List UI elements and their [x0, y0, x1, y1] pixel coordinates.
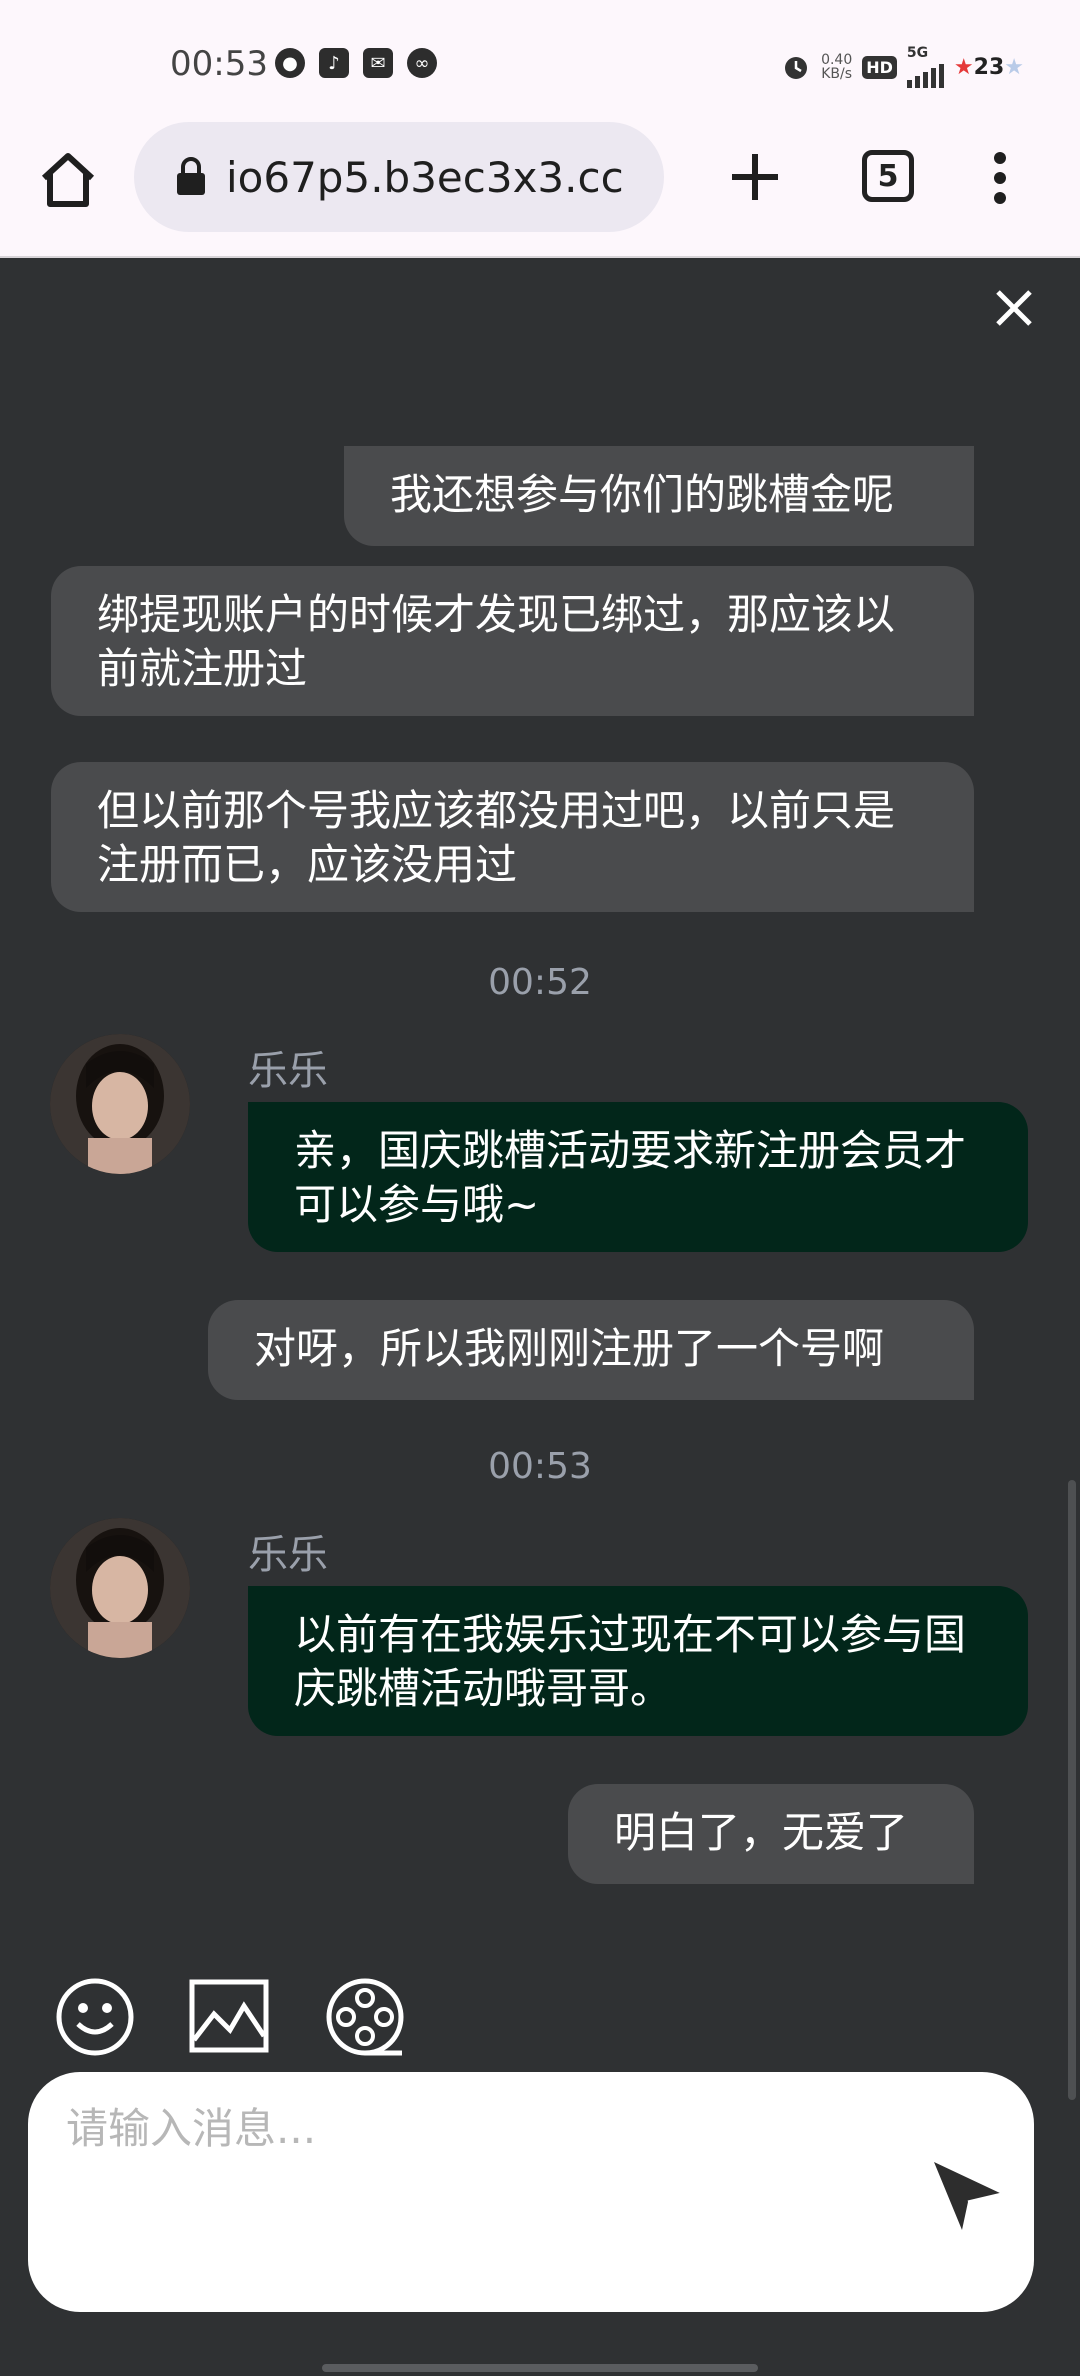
url-text: io67p5.b3ec3x3.cc [226, 152, 624, 202]
battery-level: 23 [973, 54, 1005, 80]
battery-indicator: ★23★ [954, 55, 1024, 80]
message-input[interactable] [66, 2098, 866, 2158]
emoji-icon[interactable] [54, 1976, 136, 2058]
lock-icon [177, 157, 205, 195]
user-message: 明白了，无爱了 [568, 1784, 974, 1884]
user-message: 但以前那个号我应该都没用过吧，以前只是注册而已，应该没用过 [51, 762, 974, 912]
user-message: 对呀，所以我刚刚注册了一个号啊 [208, 1300, 974, 1400]
message-text: 但以前那个号我应该都没用过吧，以前只是注册而已，应该没用过 [97, 786, 896, 889]
app-notification-icon: ∞ [407, 48, 437, 78]
status-time: 00:53 [170, 44, 268, 84]
address-bar[interactable]: io67p5.b3ec3x3.cc [134, 122, 664, 232]
net-speed-unit: KB/s [821, 66, 853, 82]
message-timestamp: 00:53 [488, 1446, 592, 1487]
tab-switcher-button[interactable]: 5 [862, 150, 914, 202]
battery-star-icon: ★ [953, 54, 974, 80]
home-icon[interactable] [36, 148, 100, 212]
net-speed: 0.40 KB/s [821, 53, 852, 81]
message-text: 明白了，无爱了 [614, 1808, 909, 1857]
user-message: 我还想参与你们的跳槽金呢 [344, 446, 974, 546]
message-text: 我还想参与你们的跳槽金呢 [390, 470, 895, 519]
agent-message: 以前有在我娱乐过现在不可以参与国庆跳槽活动哦哥哥。 [248, 1586, 1028, 1736]
user-message: 绑提现账户的时候才发现已绑过，那应该以前就注册过 [51, 566, 974, 716]
avatar-image [50, 1518, 190, 1658]
tiktok-notification-icon: ♪ [319, 48, 349, 78]
new-tab-icon[interactable] [720, 142, 790, 212]
battery-star-icon-2: ★ [1004, 54, 1024, 80]
notification-icons: ● ♪ ✉ ∞ [275, 48, 437, 78]
mail-notification-icon: ✉ [363, 48, 393, 78]
image-icon[interactable] [188, 1976, 270, 2058]
message-timestamp: 00:52 [488, 962, 592, 1003]
status-bar: 00:53 ● ♪ ✉ ∞ 0.40 KB/s HD 5G ★23★ [0, 0, 1080, 118]
alarm-icon [785, 57, 808, 79]
message-text: 以前有在我娱乐过现在不可以参与国庆跳槽活动哦哥哥。 [294, 1610, 967, 1713]
send-icon[interactable] [928, 2152, 1008, 2232]
home-indicator [322, 2364, 758, 2372]
signal-icon [906, 60, 944, 88]
message-text: 绑提现账户的时候才发现已绑过，那应该以前就注册过 [97, 590, 896, 693]
system-icons: 0.40 KB/s HD 5G ★23★ [781, 46, 1024, 88]
network-type: 5G [906, 45, 929, 61]
chat-scrollbar[interactable] [1068, 1480, 1076, 2100]
more-menu-icon[interactable] [980, 148, 1020, 208]
message-text: 亲，国庆跳槽活动要求新注册会员才可以参与哦~ [294, 1126, 967, 1229]
net-speed-value: 0.40 [821, 52, 853, 68]
close-icon[interactable] [990, 284, 1038, 332]
video-reel-icon[interactable] [324, 1976, 406, 2058]
agent-avatar[interactable] [50, 1518, 190, 1658]
chat-panel: 我还想参与你们的跳槽金呢 绑提现账户的时候才发现已绑过，那应该以前就注册过 但以… [0, 260, 1080, 2376]
browser-toolbar: io67p5.b3ec3x3.cc 5 [0, 118, 1080, 258]
tab-count: 5 [877, 158, 899, 194]
agent-message: 亲，国庆跳槽活动要求新注册会员才可以参与哦~ [248, 1102, 1028, 1252]
agent-name: 乐乐 [248, 1048, 328, 1094]
avatar-image [50, 1034, 190, 1174]
message-composer [28, 2072, 1034, 2312]
agent-avatar[interactable] [50, 1034, 190, 1174]
message-text: 对呀，所以我刚刚注册了一个号啊 [254, 1324, 885, 1373]
message-notification-icon: ● [275, 48, 305, 78]
hd-badge: HD [862, 55, 897, 79]
agent-name: 乐乐 [248, 1532, 328, 1578]
